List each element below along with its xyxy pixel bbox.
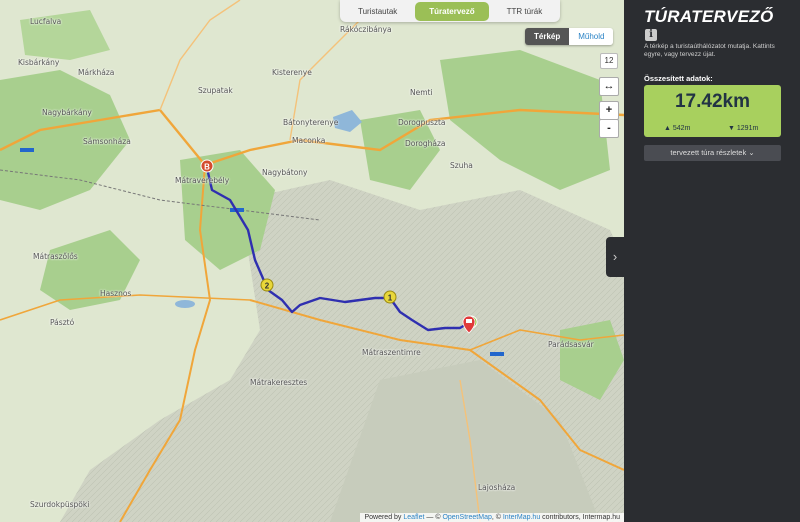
- layer-switch: Térkép Műhold: [525, 28, 614, 45]
- summary-label: Összesített adatok:: [644, 74, 713, 83]
- layer-map-button[interactable]: Térkép: [525, 28, 570, 45]
- osm-link[interactable]: OpenStreetMap: [442, 514, 491, 521]
- zoom-out-button[interactable]: -: [599, 119, 619, 138]
- svg-text:B: B: [204, 163, 210, 172]
- panel-title: TÚRATERVEZŐ: [644, 7, 774, 26]
- svg-text:1: 1: [388, 294, 393, 303]
- zoom-level-indicator: 12: [600, 53, 618, 69]
- distance-value: 17.42km: [674, 91, 750, 112]
- map-attribution: Powered by Leaflet — © OpenStreetMap, © …: [360, 513, 624, 522]
- planner-panel: TÚRATERVEZŐ i A térkép a turistaúthálóza…: [624, 0, 800, 522]
- route-details-button[interactable]: tervezett túra részletek ⌄: [644, 145, 781, 161]
- collapse-panel-icon[interactable]: ›: [606, 237, 624, 277]
- waypoint-marker-2[interactable]: 2: [260, 278, 274, 292]
- waypoint-marker-1[interactable]: 1: [383, 290, 397, 304]
- ascent-value: ▲ 542m: [664, 125, 691, 132]
- end-marker-b[interactable]: B: [200, 159, 214, 173]
- leaflet-link[interactable]: Leaflet: [403, 514, 424, 521]
- chevron-down-icon: ⌄: [748, 148, 755, 157]
- map-view[interactable]: Lucfalva Rákóczibánya Kisbárkány Márkház…: [0, 0, 624, 522]
- descent-icon: ▼: [728, 125, 735, 132]
- info-icon[interactable]: i: [645, 29, 657, 41]
- top-tabs: Turistautak Túratervező TTR túrák: [340, 0, 561, 22]
- fullscreen-button[interactable]: ↔: [599, 77, 619, 96]
- tab-turistautak[interactable]: Turistautak: [344, 2, 411, 21]
- zoom-in-button[interactable]: +: [599, 101, 619, 120]
- svg-text:2: 2: [265, 282, 270, 291]
- stats-box: 17.42km ▲ 542m ▼ 1291m: [644, 85, 781, 137]
- location-pin-icon: [462, 315, 476, 334]
- ascent-icon: ▲: [664, 125, 671, 132]
- tab-ttr-turak[interactable]: TTR túrák: [493, 2, 557, 21]
- layer-satellite-button[interactable]: Műhold: [569, 28, 614, 45]
- panel-description: A térkép a turistaúthálózatot mutatja. K…: [644, 43, 775, 58]
- descent-value: ▼ 1291m: [728, 125, 759, 132]
- intermap-link[interactable]: InterMap.hu: [503, 514, 540, 521]
- route-markers: B 2 1 A: [200, 159, 478, 334]
- tab-turatervezo[interactable]: Túratervező: [415, 1, 489, 21]
